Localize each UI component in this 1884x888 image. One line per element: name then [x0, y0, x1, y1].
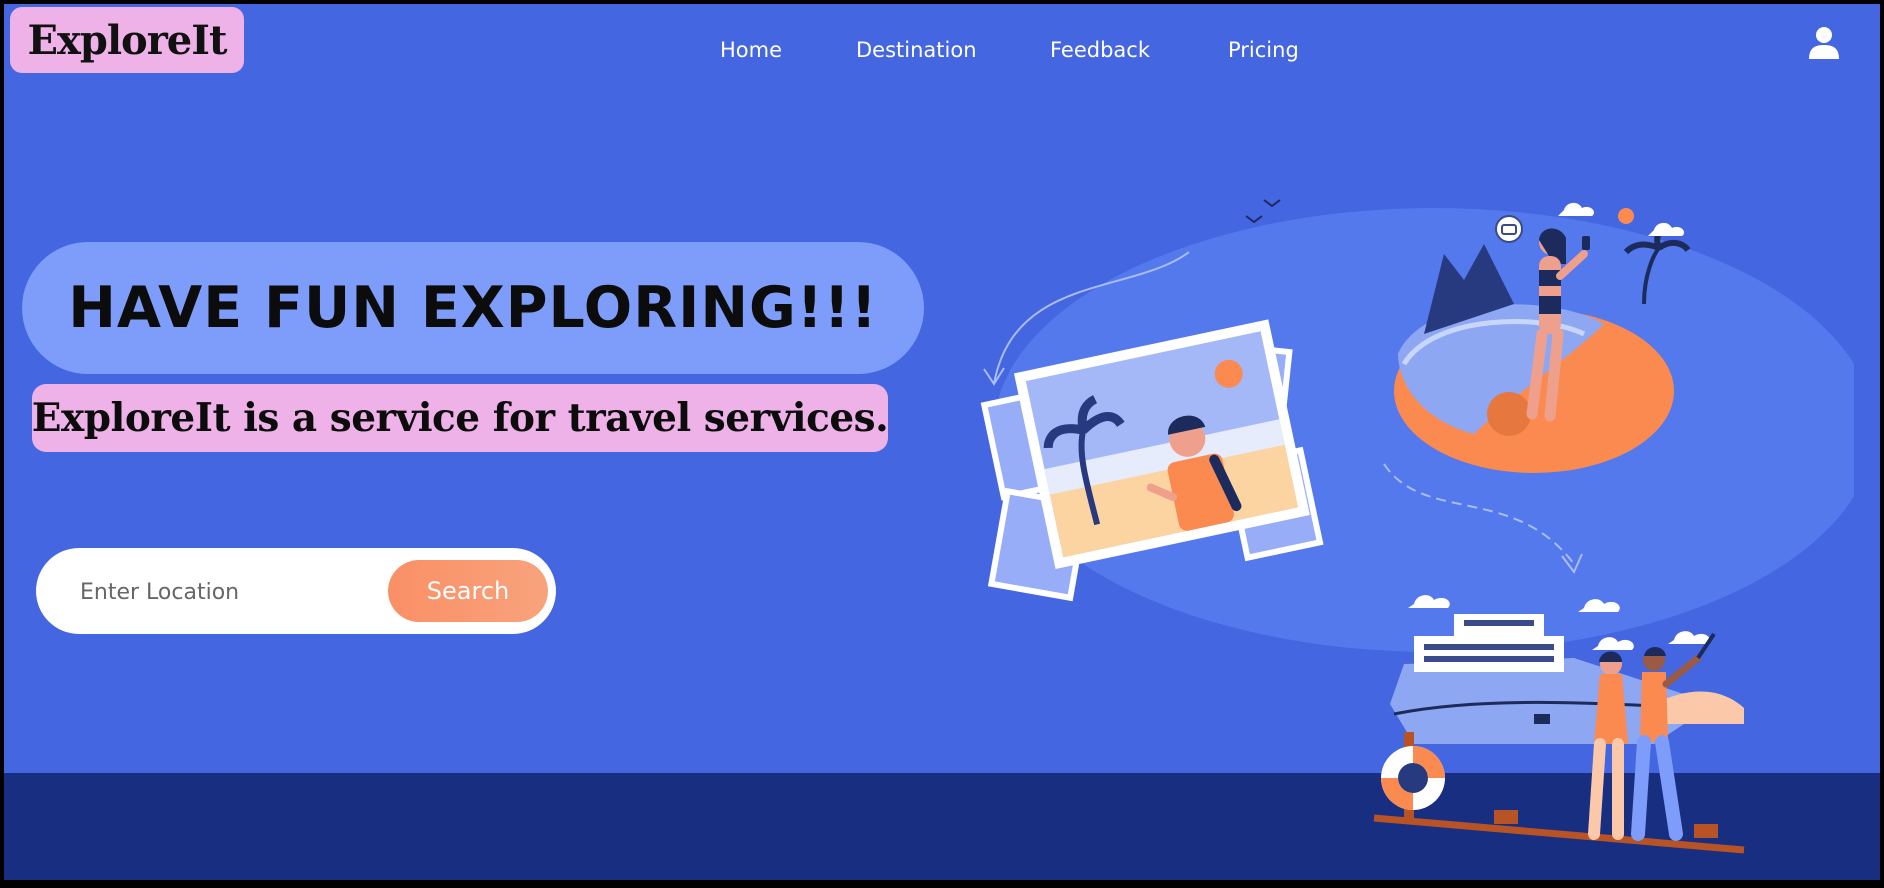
user-icon[interactable] — [1808, 26, 1840, 60]
nav-item-destination[interactable]: Destination — [856, 32, 977, 68]
hero-subheadline: ExploreIt is a service for travel servic… — [32, 384, 889, 452]
search-bar: Search — [36, 548, 556, 634]
travel-illustration — [980, 199, 1854, 854]
nav-item-home[interactable]: Home — [720, 32, 782, 68]
nav-item-pricing[interactable]: Pricing — [1228, 32, 1299, 68]
location-search-input[interactable] — [78, 568, 382, 616]
hero-headline: HAVE FUN EXPLORING!!! — [22, 242, 924, 374]
search-button[interactable]: Search — [388, 560, 548, 622]
main-nav: Home Destination Feedback Pricing — [4, 32, 1880, 68]
nav-item-feedback[interactable]: Feedback — [1050, 32, 1150, 68]
landing-page: ExploreIt Home Destination Feedback Pric… — [4, 4, 1880, 880]
